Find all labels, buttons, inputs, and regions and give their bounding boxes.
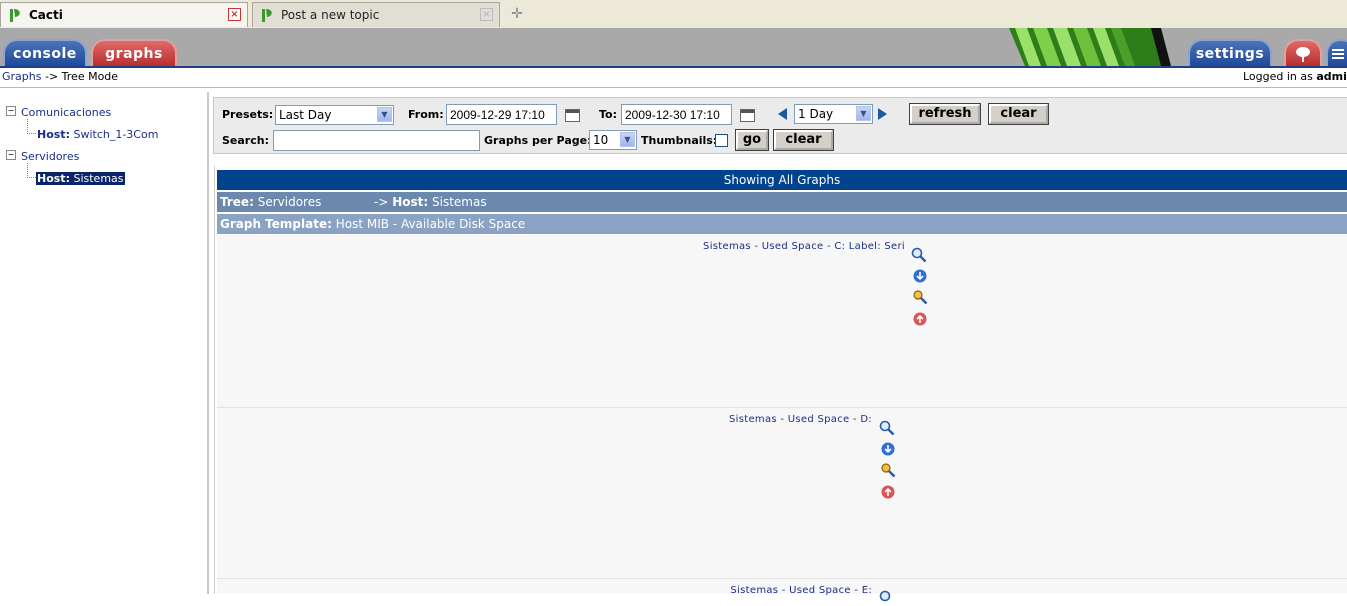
presets-label: Presets: [222,108,274,121]
breadcrumb-current: -> Tree Mode [44,70,119,83]
breadcrumb: Graphs -> Tree Mode Logged in as admi [0,67,1347,88]
new-tab-icon[interactable]: ✛ [503,4,531,24]
chevron-down-icon: ▼ [377,107,392,122]
search-label: Search: [222,134,269,147]
browser-tab-title: Post a new topic [281,8,380,22]
graph-template-header: Graph Template: Host MIB - Available Dis… [217,214,1347,234]
content-divider [214,166,215,594]
from-label: From: [408,108,444,121]
logged-in-user: admi [1316,70,1347,83]
tree-node-host-sistemas[interactable]: Host: Sistemas [36,172,125,185]
tab-settings[interactable]: settings [1188,39,1272,66]
showing-all-graphs-header: Showing All Graphs [217,170,1347,190]
tab-graphs[interactable]: graphs [91,39,177,66]
breadcrumb-graphs-link[interactable]: Graphs [2,70,41,83]
shift-right-arrow-icon[interactable] [878,108,887,120]
tab-console[interactable]: console [3,39,87,66]
chevron-down-icon: ▼ [856,106,871,121]
to-date-input[interactable] [621,104,732,125]
tree-node-comunicaciones[interactable]: Comunicaciones [21,106,111,119]
graph-settings-icon[interactable] [912,289,928,305]
browser-tab-title: Cacti [29,8,63,22]
host-prefix: Host: [37,172,70,185]
presets-value: Last Day [279,108,332,122]
cacti-favicon-icon [10,8,20,22]
close-tab-icon[interactable]: × [480,8,493,21]
thumbnails-checkbox[interactable] [715,134,728,147]
graph-title[interactable]: Sistemas - Used Space - C: Label: Seri [703,241,905,252]
host-arrow: -> [374,195,393,209]
back-to-top-icon[interactable] [880,484,896,500]
host-prefix: Host: [37,128,70,141]
export-csv-icon[interactable] [880,441,896,457]
tree-label: Tree: [220,195,254,209]
list-icon [1332,49,1344,59]
timespan-select[interactable]: 1 Day ▼ [794,104,873,124]
zoom-icon[interactable] [911,247,927,263]
graph-row: Sistemas - Used Space - C: Label: Seri [217,235,1347,408]
host-name: Switch_1-3Com [73,128,159,141]
browser-tab-cacti[interactable]: Cacti × [0,2,248,27]
cacti-logo-stripes [1003,28,1175,66]
clear-button[interactable]: clear [988,103,1049,125]
tree-connector [27,119,36,134]
list-view-button[interactable] [1326,39,1347,66]
graph-settings-icon[interactable] [880,462,896,478]
logged-in-label: Logged in as [1243,70,1317,83]
to-label: To: [599,108,617,121]
template-label: Graph Template: [220,217,332,231]
back-to-top-icon[interactable] [912,311,928,327]
tree-connector [27,163,36,178]
graphs-per-page-value: 10 [593,133,609,147]
browser-tab-post-topic[interactable]: Post a new topic × [252,2,500,27]
host-name: Sistemas [73,172,124,185]
template-value: Host MIB - Available Disk Space [335,217,526,231]
thumbnails-label: Thumbnails: [641,134,718,147]
collapse-icon[interactable]: − [6,150,16,160]
calendar-icon[interactable] [565,109,580,122]
graph-row: Sistemas - Used Space - D: [217,408,1347,579]
close-tab-icon[interactable]: × [228,8,241,21]
tree-node-servidores[interactable]: Servidores [21,150,79,163]
zoom-icon[interactable] [879,590,895,606]
go-button[interactable]: go [735,129,769,151]
host-label: Host: [392,195,429,209]
search-input[interactable] [273,130,480,151]
tree-host-header: Tree: Servidores -> Host: Sistemas [217,192,1347,212]
collapse-icon[interactable]: − [6,106,16,116]
graphs-per-page-label: Graphs per Page: [484,134,592,147]
graph-title[interactable]: Sistemas - Used Space - E: [730,585,872,596]
tree-icon [1296,47,1310,62]
graph-tree: − Comunicaciones Host: Switch_1-3Com − S… [0,92,209,594]
timespan-value: 1 Day [798,107,834,121]
shift-left-arrow-icon[interactable] [778,108,787,120]
tree-value: Servidores [257,195,322,209]
from-date-input[interactable] [446,104,557,125]
tree-view-button[interactable] [1284,39,1322,66]
host-value: Sistemas [432,195,487,209]
chevron-down-icon: ▼ [620,132,635,147]
zoom-icon[interactable] [879,420,895,436]
graph-title[interactable]: Sistemas - Used Space - D: [729,414,872,425]
cacti-favicon-icon [262,8,272,22]
calendar-icon[interactable] [740,109,755,122]
filter-panel: Presets: Last Day ▼ From: To: 1 Day ▼ re… [213,97,1347,154]
graph-row: Sistemas - Used Space - E: [217,579,1347,602]
export-csv-icon[interactable] [912,268,928,284]
presets-select[interactable]: Last Day ▼ [275,105,394,125]
tree-node-host-switch[interactable]: Host: Switch_1-3Com [37,128,158,141]
graphs-per-page-select[interactable]: 10 ▼ [589,130,637,150]
refresh-button[interactable]: refresh [909,103,981,125]
clear-search-button[interactable]: clear [773,129,834,151]
